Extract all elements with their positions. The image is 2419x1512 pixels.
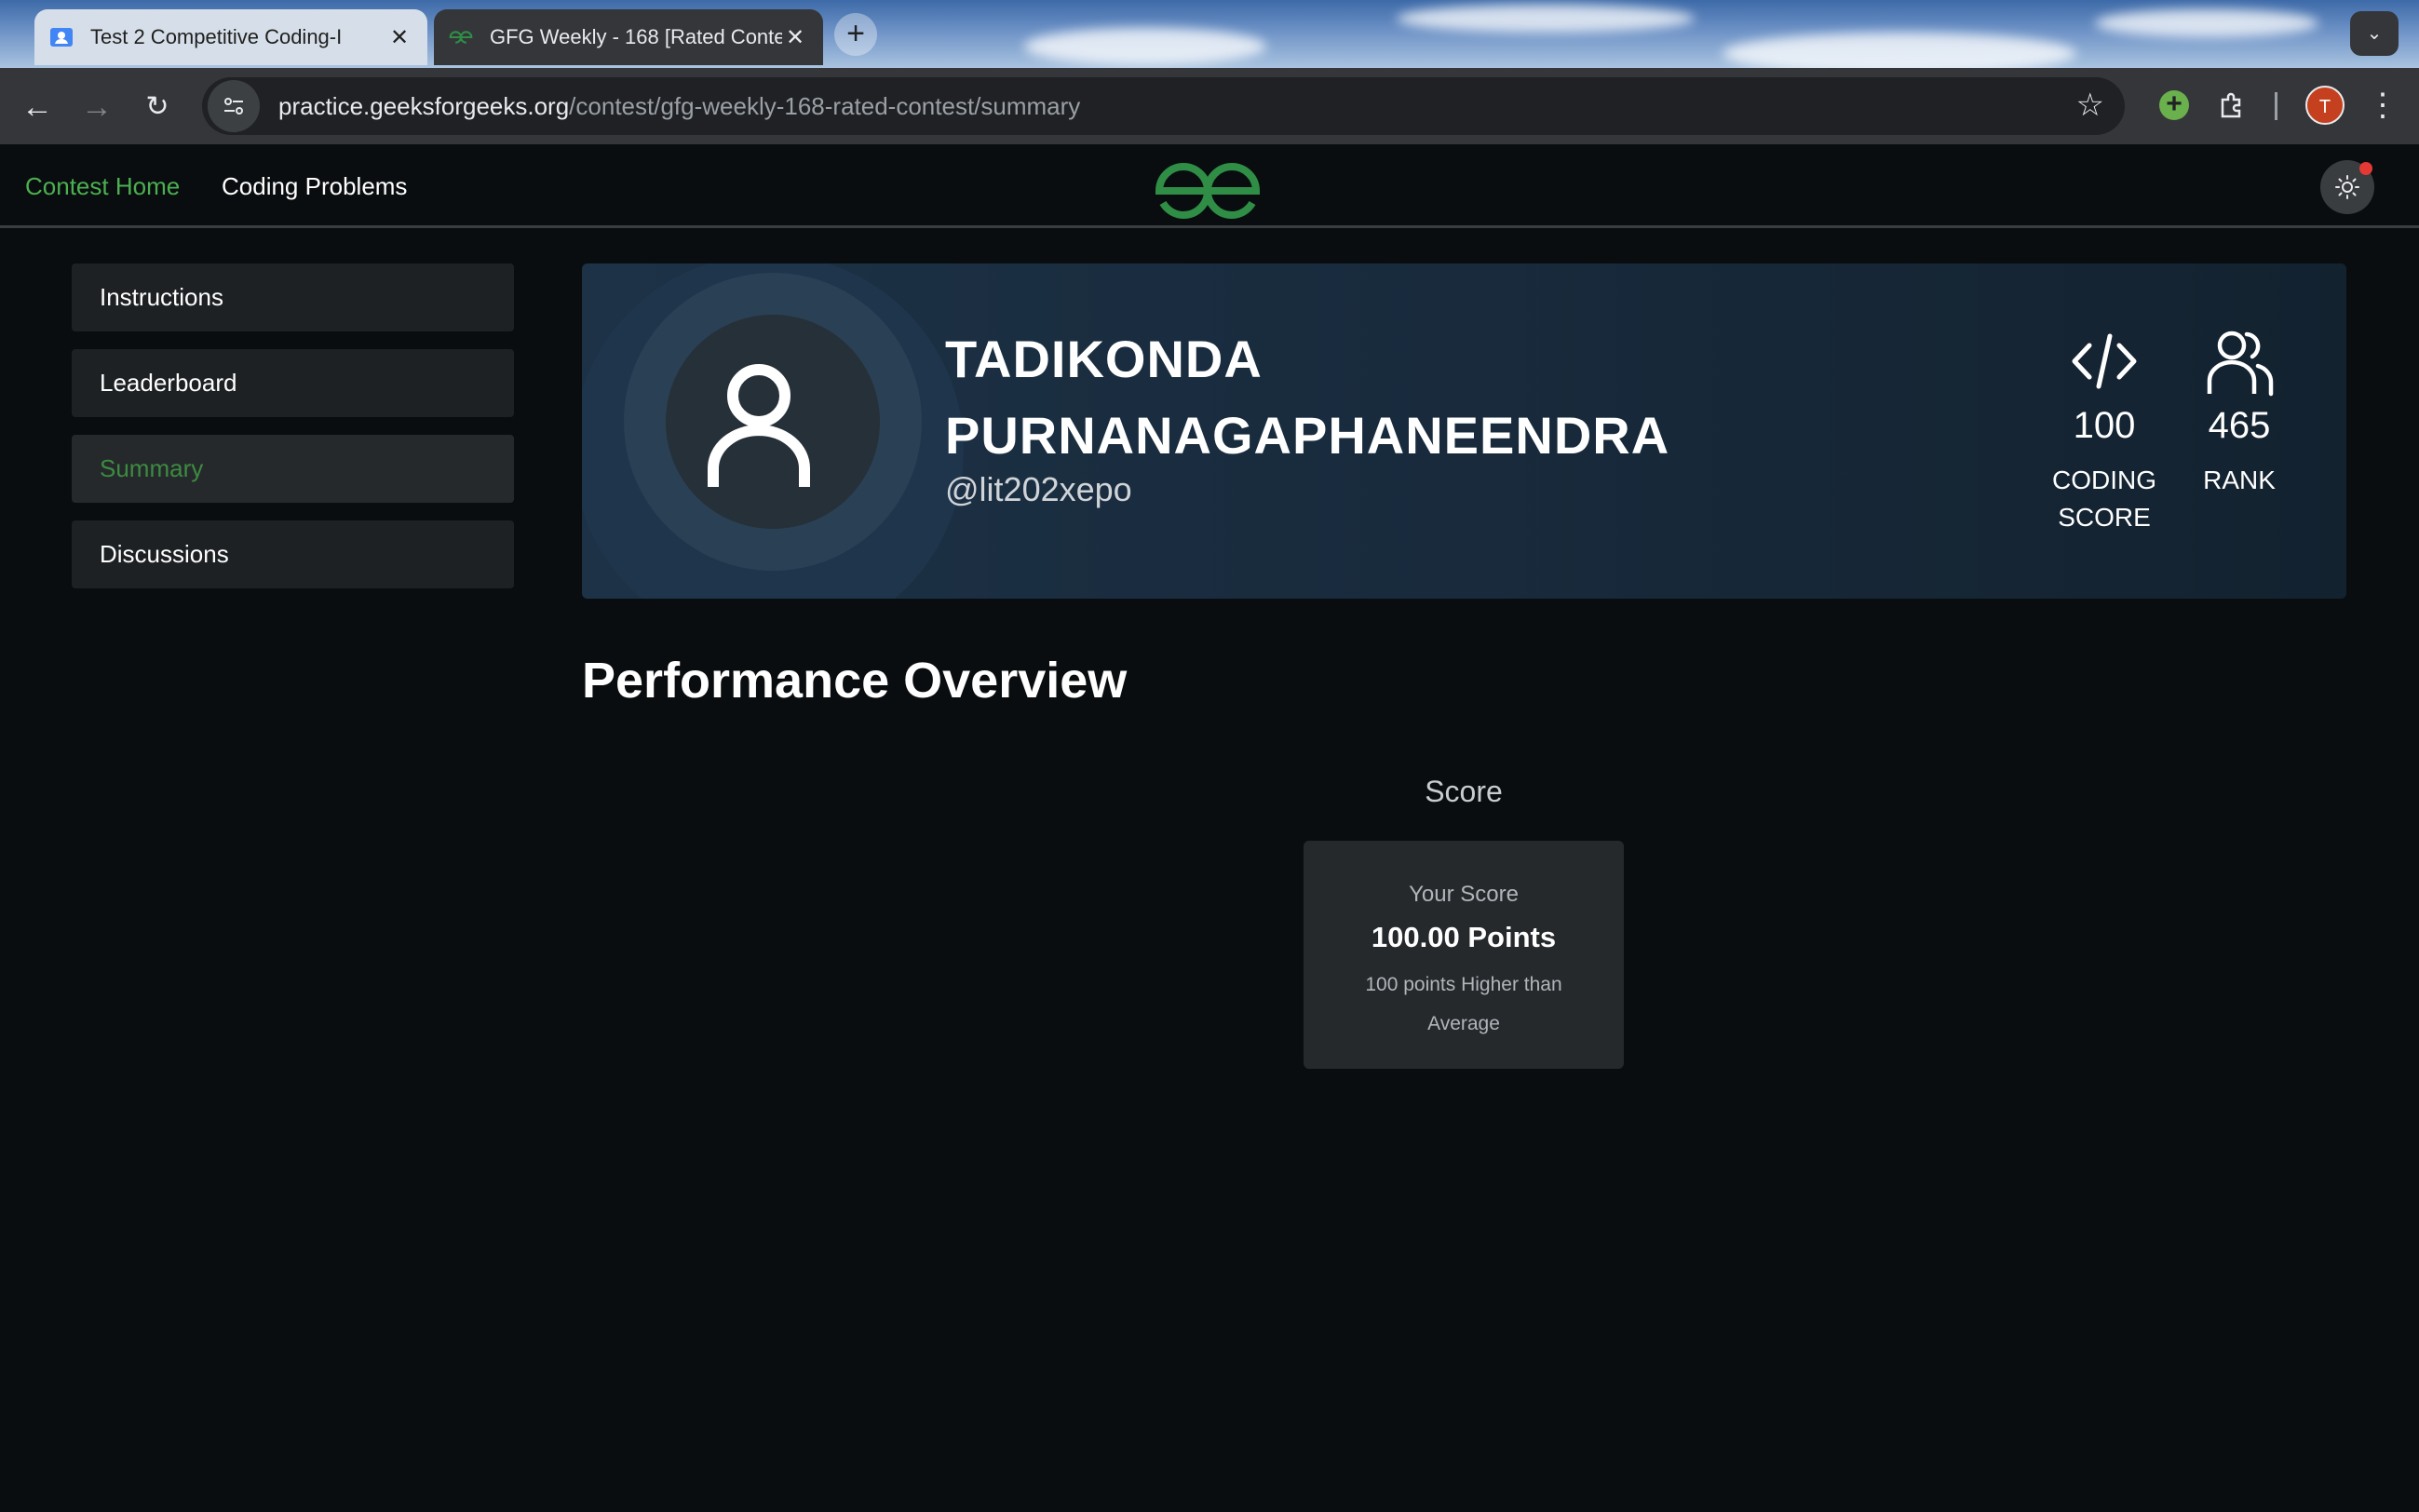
- user-full-name: TADIKONDA PURNANAGAPHANEENDRA: [945, 330, 1670, 465]
- forward-arrow-icon[interactable]: →: [74, 88, 119, 126]
- sidebar-item-discussions[interactable]: Discussions: [72, 520, 514, 588]
- rank-value: 465: [2208, 405, 2271, 446]
- gfg-icon: [449, 25, 473, 49]
- coding-score-stat: 100 CODING SCORE: [2048, 329, 2160, 536]
- coding-score-value: 100: [2073, 405, 2136, 446]
- nav-coding-problems[interactable]: Coding Problems: [222, 172, 407, 201]
- tab-title: Test 2 Competitive Coding-I: [90, 25, 343, 48]
- notification-dot: [2359, 162, 2372, 175]
- sidebar-item-leaderboard[interactable]: Leaderboard: [72, 349, 514, 417]
- address-bar[interactable]: practice.geeksforgeeks.org/contest/gfg-w…: [202, 77, 2125, 135]
- user-avatar-icon: [708, 364, 810, 487]
- rank-label: RANK: [2203, 466, 2276, 494]
- users-icon: [2207, 331, 2274, 397]
- reload-icon[interactable]: ↻: [135, 88, 180, 126]
- back-arrow-icon[interactable]: ←: [15, 88, 60, 126]
- user-handle: @lit202xepo: [945, 470, 1132, 508]
- site-header: Contest Home Coding Problems: [0, 144, 2419, 228]
- rank-stat: 465 RANK: [2183, 329, 2295, 499]
- browser-tab-strip: Test 2 Competitive Coding-I ✕ GFG Weekly…: [0, 0, 2419, 68]
- sidebar-item-summary[interactable]: Summary: [72, 435, 514, 503]
- theme-toggle-button[interactable]: [2320, 160, 2374, 214]
- gfg-logo[interactable]: [1150, 157, 1265, 223]
- score-card: Your Score 100.00 Points 100 points High…: [1304, 841, 1624, 1069]
- close-icon[interactable]: ✕: [782, 24, 808, 51]
- classroom-icon: [49, 25, 74, 49]
- score-comparison: 100 points Higher than Average: [1365, 974, 1562, 1034]
- extensions-puzzle-icon[interactable]: [2210, 84, 2253, 127]
- coding-score-label: CODING SCORE: [2052, 466, 2156, 532]
- sidebar-item-instructions[interactable]: Instructions: [72, 263, 514, 331]
- nav-contest-home[interactable]: Contest Home: [25, 172, 180, 201]
- bookmark-star-icon[interactable]: ☆: [2076, 87, 2104, 124]
- toolbar-divider: [2275, 92, 2277, 120]
- new-tab-button[interactable]: +: [834, 13, 877, 56]
- score-heading: Score: [1425, 775, 1503, 808]
- menu-kebab-icon[interactable]: ⋮: [2361, 84, 2404, 127]
- sun-icon: [2335, 175, 2359, 199]
- tab-title: GFG Weekly - 168 [Rated Contest]: [490, 25, 782, 48]
- browser-tab-classroom[interactable]: Test 2 Competitive Coding-I ✕: [34, 9, 427, 65]
- performance-overview-title: Performance Overview: [582, 653, 1128, 709]
- close-icon[interactable]: ✕: [386, 24, 412, 51]
- browser-tab-gfg[interactable]: GFG Weekly - 168 [Rated Contest] ✕: [434, 9, 823, 65]
- your-score-label: Your Score: [1409, 882, 1519, 907]
- url-text: practice.geeksforgeeks.org/contest/gfg-w…: [278, 91, 1081, 120]
- your-score-value: 100.00 Points: [1371, 921, 1557, 953]
- tab-search-chevron-icon[interactable]: ⌄: [2350, 11, 2399, 56]
- code-icon: [2072, 333, 2137, 389]
- site-info-icon[interactable]: [208, 80, 260, 132]
- extension-plus-icon[interactable]: +: [2153, 84, 2196, 127]
- profile-avatar[interactable]: T: [2304, 84, 2346, 127]
- profile-card: TADIKONDA PURNANAGAPHANEENDRA @lit202xep…: [582, 263, 2346, 599]
